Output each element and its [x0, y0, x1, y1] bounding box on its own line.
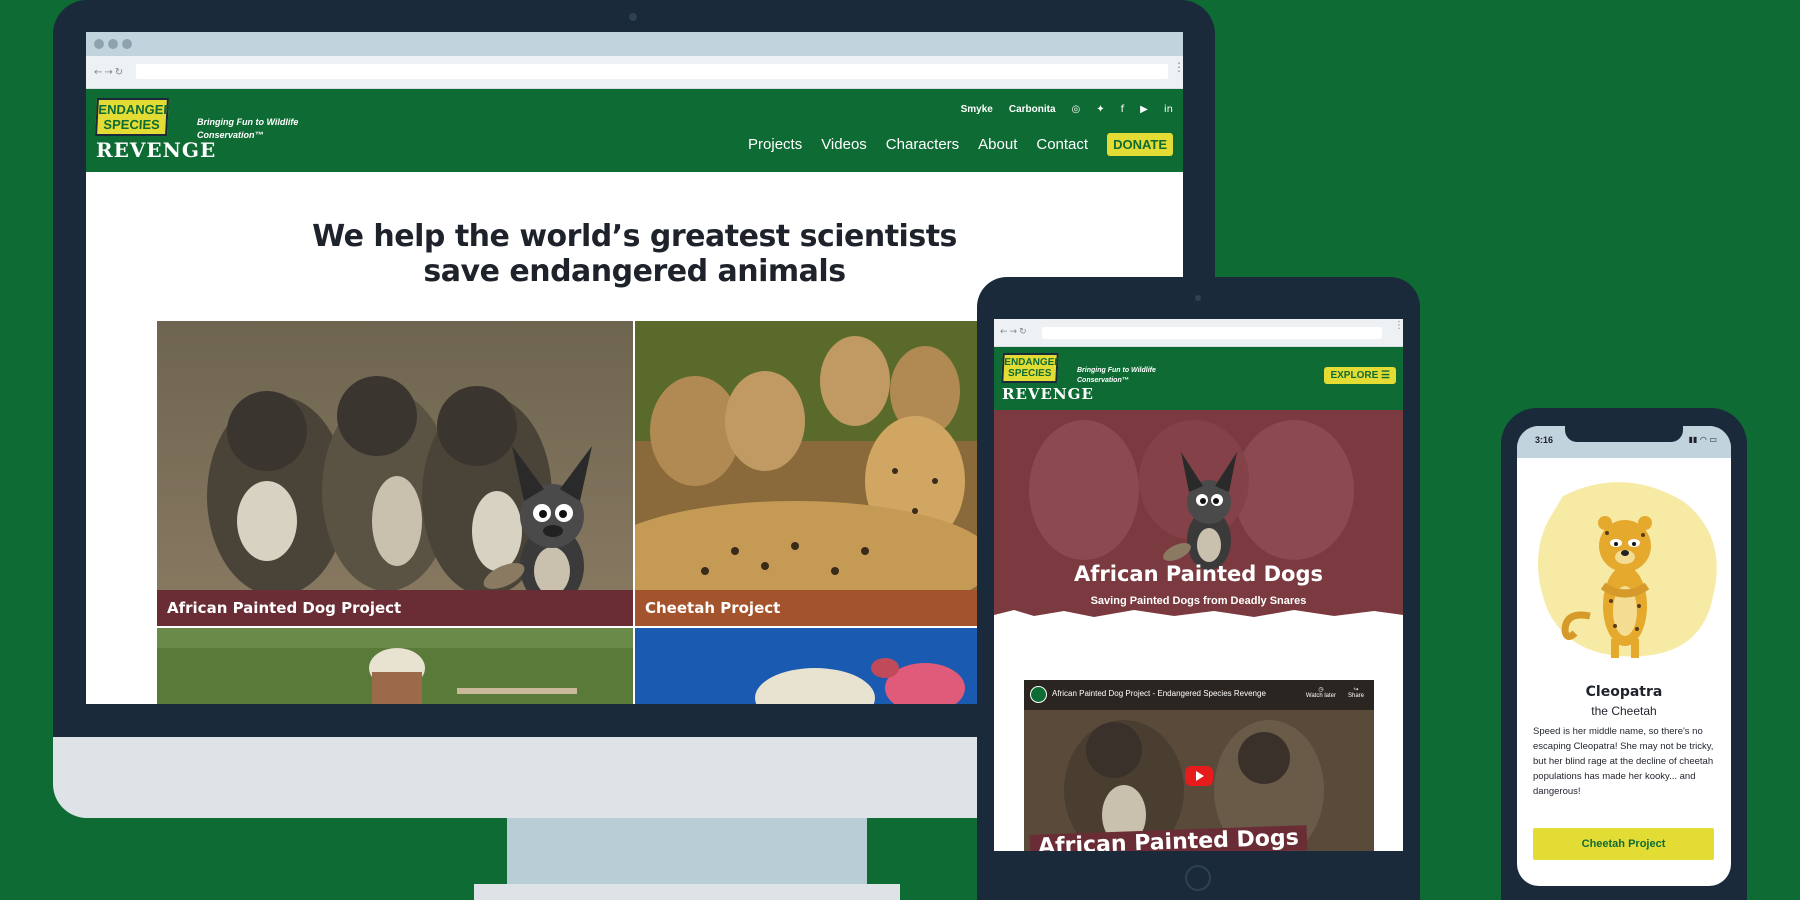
tablet-hero-title: African Painted Dogs: [1074, 562, 1323, 586]
nav-characters[interactable]: Characters: [886, 136, 959, 153]
twitter-icon[interactable]: ✦: [1096, 104, 1104, 115]
tablet-home-button[interactable]: [1185, 865, 1211, 891]
monitor-stand-base: [474, 884, 900, 900]
tablet-url-input[interactable]: [1042, 327, 1382, 339]
phone-status-bar: 3:16 ▮▮ ◠ ▭: [1517, 426, 1731, 458]
site-tagline: Bringing Fun to Wildlife Conservation™: [197, 117, 299, 140]
clock-icon: ◷: [1318, 687, 1324, 693]
status-icons: ▮▮ ◠ ▭: [1688, 435, 1717, 444]
url-input[interactable]: [136, 64, 1168, 79]
tablet-site-header: ENDANGERED SPECIES REVENGE Bringing Fun …: [994, 347, 1403, 410]
scientist-photo: [157, 628, 633, 704]
character-description: Speed is her middle name, so there's no …: [1533, 726, 1714, 797]
project-card-scientist[interactable]: [157, 628, 633, 704]
channel-logo[interactable]: [1030, 686, 1047, 703]
site-header: ENDANGERED SPECIES REVENGE Bringing Fun …: [86, 89, 1183, 172]
character-name: Cleopatra: [1585, 684, 1663, 700]
painted-dogs-photo: [157, 321, 633, 626]
youtube-icon[interactable]: ▶: [1140, 104, 1148, 115]
utility-nav: Smyke Carbonita ◎ ✦ f ▶ in: [961, 104, 1173, 115]
phone-notch: [1565, 426, 1683, 442]
browser-nav-icons[interactable]: ←→↻: [94, 67, 125, 78]
project-label-painted-dog: African Painted Dog Project: [167, 599, 402, 617]
share-label: Share: [1347, 693, 1364, 699]
watch-later-label: Watch later: [1305, 693, 1336, 699]
tablet-hero-subtitle: Saving Painted Dogs from Deadly Snares: [1090, 595, 1307, 607]
monitor-stand-neck: [507, 818, 867, 884]
tablet-addressbar: ←→↻ ⋮: [994, 319, 1403, 347]
camera-dot: [629, 13, 637, 21]
play-button-icon[interactable]: [1185, 766, 1213, 786]
site-logo[interactable]: ENDANGERED SPECIES REVENGE: [95, 98, 217, 166]
video-title[interactable]: African Painted Dog Project - Endangered…: [1052, 689, 1266, 698]
project-card-painted-dog[interactable]: African Painted Dog Project: [157, 321, 633, 626]
share-icon: ↪: [1353, 687, 1359, 693]
instagram-icon[interactable]: ◎: [1072, 104, 1081, 115]
phone-screen: 3:16 ▮▮ ◠ ▭ Cleopatra the Cheetah Speed …: [1517, 426, 1731, 886]
nav-contact[interactable]: Contact: [1036, 136, 1088, 153]
donate-button[interactable]: DONATE: [1107, 133, 1173, 156]
explore-menu-button[interactable]: EXPLORE ☰: [1324, 367, 1396, 384]
browser-addressbar: ←→↻ ⋮: [86, 56, 1183, 89]
share-button[interactable]: ↪ Share: [1348, 686, 1364, 699]
facebook-icon[interactable]: f: [1121, 104, 1125, 115]
tablet-tagline: Bringing Fun to Wildlife Conservation™: [1077, 367, 1156, 384]
cheetah-project-button[interactable]: Cheetah Project: [1533, 828, 1714, 860]
cleopatra-cheetah-illustration: [1538, 482, 1717, 658]
tablet-hero: African Painted Dogs Saving Painted Dogs…: [994, 410, 1403, 630]
tablet-logo-bottom: REVENGE: [1002, 385, 1094, 403]
tablet-menu-icon[interactable]: ⋮: [1394, 321, 1403, 331]
tablet-screen: ←→↻ ⋮ ENDANGERED SPECIES REVENGE Bringin…: [994, 319, 1403, 851]
window-controls[interactable]: [94, 39, 132, 49]
nav-about[interactable]: About: [978, 136, 1017, 153]
tablet-logo-top: ENDANGERED SPECIES: [1001, 353, 1076, 383]
tablet-nav-icons[interactable]: ←→↻: [1000, 327, 1029, 337]
status-time: 3:16: [1535, 435, 1554, 445]
browser-titlebar: [86, 32, 1183, 56]
logo-top-text: ENDANGERED SPECIES: [95, 98, 191, 136]
youtube-video-embed[interactable]: African Painted Dog Project - Endangered…: [1024, 680, 1374, 851]
nav-projects[interactable]: Projects: [748, 136, 802, 153]
util-link-carbonita[interactable]: Carbonita: [1009, 104, 1056, 115]
character-subtitle: the Cheetah: [1591, 704, 1657, 718]
nav-videos[interactable]: Videos: [821, 136, 867, 153]
heading-line-1: We help the world’s greatest scientists: [312, 219, 957, 254]
watch-later-button[interactable]: ◷ Watch later: [1306, 686, 1336, 699]
logo-bottom-text: REVENGE: [96, 138, 217, 162]
tablet-device: ←→↻ ⋮ ENDANGERED SPECIES REVENGE Bringin…: [977, 277, 1420, 900]
util-link-smyke[interactable]: Smyke: [961, 104, 993, 115]
phone-device: 3:16 ▮▮ ◠ ▭ Cleopatra the Cheetah Speed …: [1501, 408, 1747, 900]
tablet-camera: [1195, 295, 1201, 301]
linkedin-icon[interactable]: in: [1164, 104, 1173, 115]
main-nav: Projects Videos Characters About Contact…: [748, 133, 1173, 156]
browser-menu-icon[interactable]: ⋮: [1173, 61, 1183, 73]
